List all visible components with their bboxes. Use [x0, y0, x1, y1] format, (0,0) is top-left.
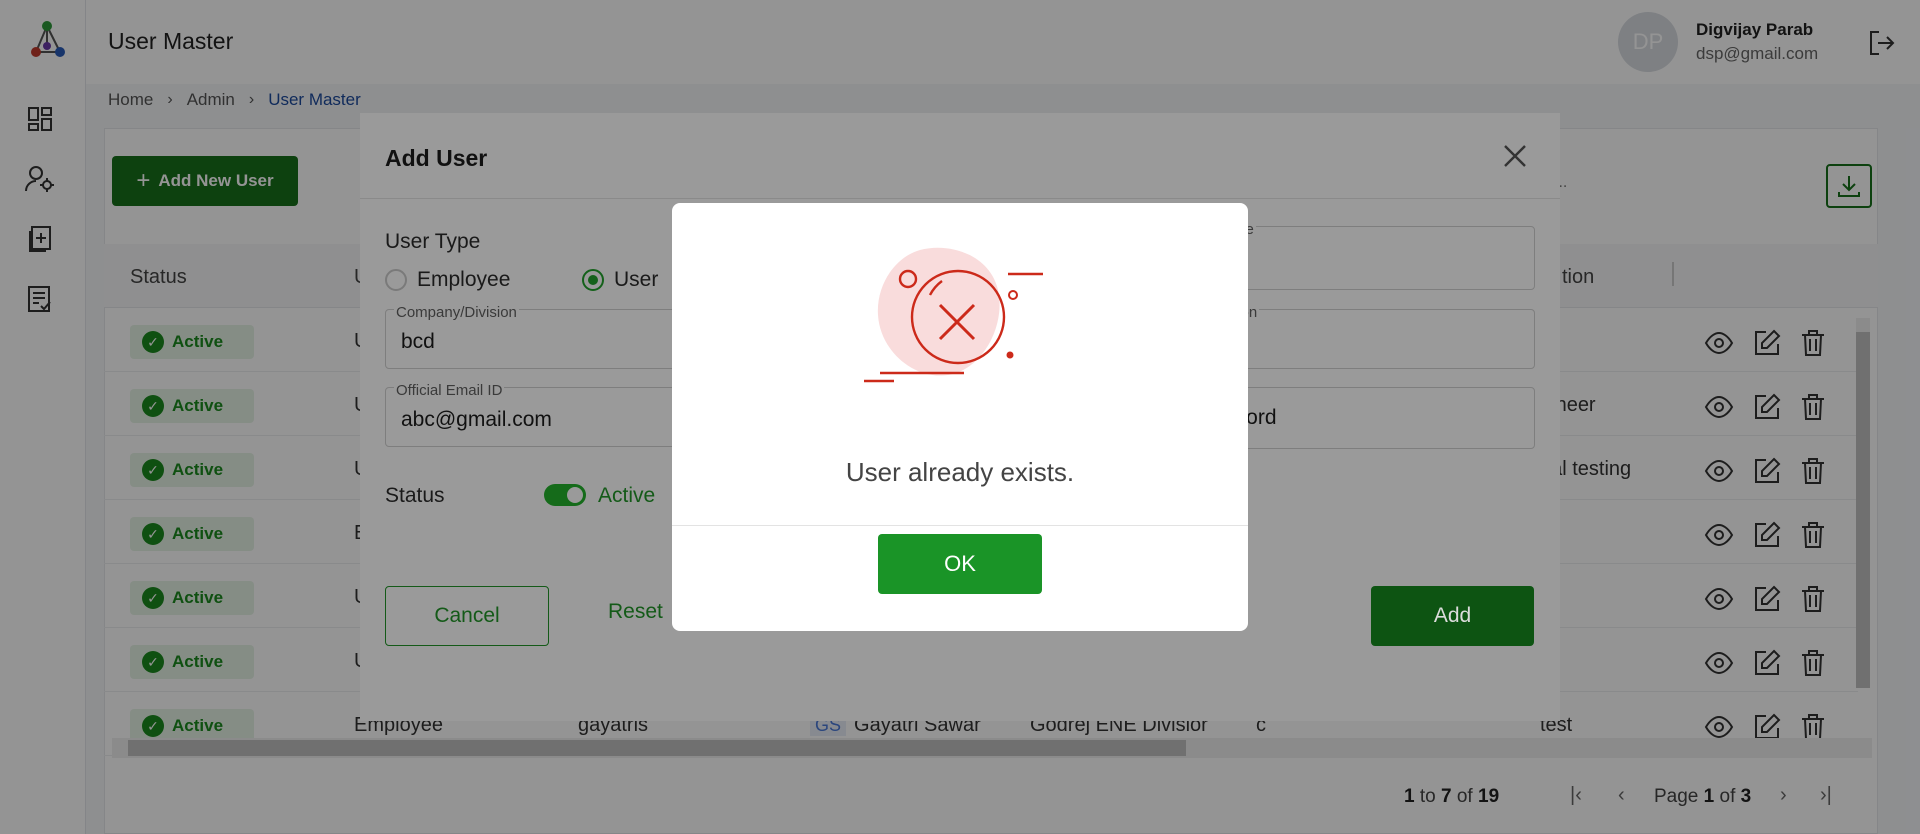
ok-button[interactable]: OK: [878, 534, 1042, 594]
status-toggle[interactable]: [544, 484, 586, 506]
add-button[interactable]: Add: [1371, 586, 1534, 646]
status-toggle-label: Active: [598, 484, 656, 507]
radio-user[interactable]: [582, 269, 604, 291]
email-field-value: abc@gmail.com: [401, 408, 552, 431]
close-icon[interactable]: [1500, 141, 1530, 171]
designation-field[interactable]: tion: [1230, 304, 1535, 369]
user-type-label: User Type: [385, 230, 481, 253]
radio-user-label[interactable]: User: [614, 268, 658, 292]
error-illustration-icon: [864, 247, 1043, 383]
modal-title: Add User: [385, 145, 488, 171]
status-label: Status: [385, 484, 445, 507]
radio-employee[interactable]: [385, 269, 407, 291]
company-field[interactable]: Company/Division bcd: [385, 304, 685, 369]
alert-message: User already exists.: [845, 457, 1075, 487]
modal-header: Add User: [360, 113, 1560, 199]
alert-divider: [672, 525, 1248, 526]
error-alert-dialog: User already exists. OK: [672, 203, 1248, 631]
company-field-label: Company/Division: [394, 304, 519, 321]
radio-employee-label[interactable]: Employee: [417, 268, 510, 292]
cancel-button[interactable]: Cancel: [385, 586, 549, 646]
company-field-value: bcd: [401, 330, 435, 353]
reset-button[interactable]: Reset: [608, 600, 663, 624]
email-field[interactable]: Official Email ID abc@gmail.com: [385, 382, 685, 447]
password-field[interactable]: word: [1230, 387, 1535, 449]
email-field-label: Official Email ID: [394, 382, 505, 399]
name-field[interactable]: me: [1230, 221, 1535, 290]
